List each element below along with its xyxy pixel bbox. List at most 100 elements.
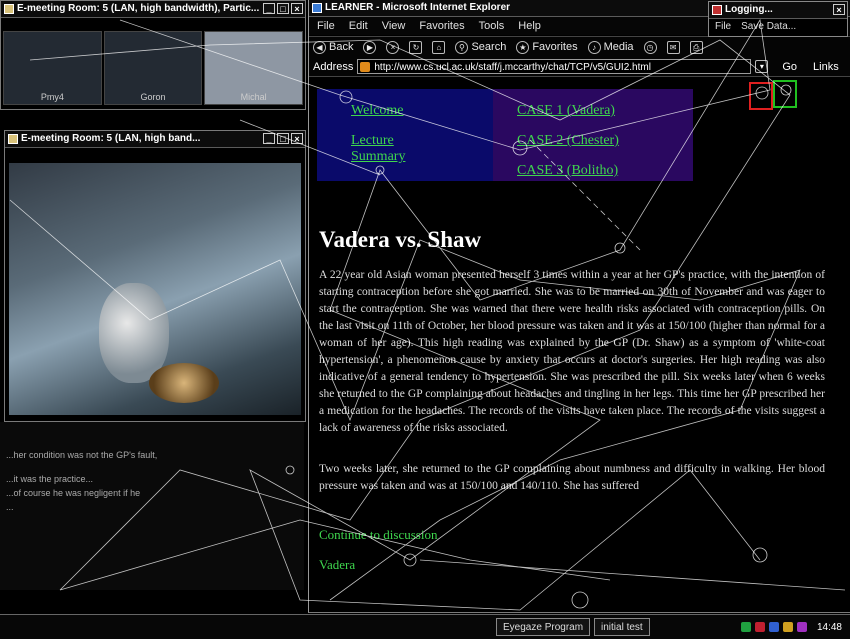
back-arrow-icon: ◀ — [313, 40, 326, 54]
menu-favorites[interactable]: Favorites — [419, 17, 464, 35]
case-title: Vadera vs. Shaw — [319, 227, 482, 252]
page-content: Welcome Lecture Summary CASE 1 (Vadera) … — [309, 77, 850, 612]
search-icon: ⚲ — [455, 40, 469, 54]
taskbar: Eyegaze Program initial test 14:48 — [0, 614, 850, 639]
meeting-titlebar[interactable]: E-meeting Room: 5 (LAN, high bandwidth),… — [1, 1, 305, 18]
clock: 14:48 — [816, 621, 842, 633]
go-button[interactable]: Go — [782, 61, 797, 73]
meeting-title: E-meeting Room: 5 (LAN, high bandwidth),… — [17, 3, 260, 14]
logging-titlebar[interactable]: Logging... × — [709, 2, 847, 19]
maximize-button[interactable]: □ — [277, 133, 289, 144]
logging-menu: File Save Data... — [715, 19, 796, 35]
history-button[interactable]: ◷ — [643, 40, 657, 54]
logging-title: Logging... — [725, 4, 773, 15]
video-shape — [149, 363, 219, 403]
ie-icon — [312, 3, 322, 13]
media-icon: ♪ — [587, 40, 601, 54]
taskbar-eyegaze[interactable]: Eyegaze Program — [496, 618, 591, 636]
browser-toolbar: ◀ Back ▶ × ↻ ⌂ ⚲ Search ★ Favorites ♪ Media … — [309, 36, 850, 58]
back-button[interactable]: ◀ Back — [313, 40, 353, 54]
tray-icon[interactable] — [754, 622, 765, 632]
participant-thumb[interactable]: Pmy4 — [3, 31, 102, 105]
case-paragraph-2: Two weeks later, she returned to the GP … — [319, 463, 825, 492]
menu-tools[interactable]: Tools — [479, 17, 505, 35]
links-button[interactable]: Links — [813, 61, 839, 73]
address-label: Address — [313, 60, 354, 73]
page-icon — [360, 62, 371, 72]
vadera-link[interactable]: Vadera — [319, 557, 355, 573]
favorites-button[interactable]: ★ Favorites — [516, 40, 578, 54]
refresh-icon: ↻ — [409, 40, 423, 54]
case1-link[interactable]: CASE 1 (Vadera) — [517, 103, 615, 119]
video-title: E-meeting Room: 5 (LAN, high band... — [21, 133, 201, 144]
minimize-button[interactable]: _ — [263, 3, 275, 14]
url-input[interactable]: http://www.cs.ucl.ac.uk/staff/j.mccarthy… — [357, 59, 752, 74]
lecture-link[interactable]: Lecture — [351, 133, 394, 149]
close-button[interactable]: × — [291, 3, 303, 14]
refresh-button[interactable]: ↻ — [409, 40, 423, 54]
participant-thumb[interactable]: Michal — [204, 31, 304, 105]
case2-link[interactable]: CASE 2 (Chester) — [517, 133, 619, 149]
participant-thumb[interactable]: Goron — [103, 31, 203, 105]
chat-line: ...her condition was not the GP's fault, — [6, 450, 158, 460]
system-tray: 14:48 — [740, 615, 850, 639]
discussion-link[interactable]: Continue to discussion — [319, 527, 437, 543]
address-bar: Address http://www.cs.ucl.ac.uk/staff/j.… — [309, 57, 850, 77]
app-icon — [8, 134, 18, 144]
url-text: http://www.cs.ucl.ac.uk/staff/j.mccarthy… — [374, 62, 651, 73]
stop-icon: × — [386, 40, 400, 54]
chat-line: ...of course he was negligent if he — [6, 488, 141, 498]
chat-line: ... — [6, 502, 14, 512]
dropdown-icon[interactable]: ▾ — [755, 60, 769, 73]
forward-arrow-icon: ▶ — [363, 40, 377, 54]
maximize-button[interactable]: □ — [277, 3, 289, 14]
video-titlebar[interactable]: E-meeting Room: 5 (LAN, high band... _ □… — [5, 131, 305, 148]
nav-right-panel: CASE 1 (Vadera) CASE 2 (Chester) CASE 3 … — [493, 89, 693, 181]
lecture-link-line2[interactable]: Summary — [351, 149, 405, 165]
print-icon: ⎙ — [689, 40, 703, 54]
logging-window: Logging... × File Save Data... — [708, 1, 848, 37]
case-navigation: Welcome Lecture Summary CASE 1 (Vadera) … — [317, 89, 693, 181]
gaze-marker-green — [773, 80, 797, 108]
gaze-marker-red — [749, 82, 773, 110]
close-button[interactable]: × — [291, 133, 303, 144]
case-paragraph: A 22 year old Asian woman presented hers… — [319, 269, 825, 434]
nav-left-panel: Welcome Lecture Summary — [317, 89, 493, 181]
home-icon: ⌂ — [432, 40, 446, 54]
stop-button[interactable]: × — [386, 40, 400, 54]
browser-title: LEARNER - Microsoft Internet Explorer — [325, 2, 511, 13]
meeting-window: E-meeting Room: 5 (LAN, high bandwidth),… — [0, 0, 306, 110]
tray-icon[interactable] — [768, 622, 779, 632]
menu-help[interactable]: Help — [518, 17, 541, 35]
logging-file-menu[interactable]: File — [715, 19, 731, 35]
video-feed — [9, 163, 301, 415]
search-button[interactable]: ⚲ Search — [455, 40, 506, 54]
welcome-link[interactable]: Welcome — [351, 103, 404, 119]
media-button[interactable]: ♪ Media — [587, 40, 634, 54]
taskbar-initial-test[interactable]: initial test — [594, 618, 650, 636]
menu-edit[interactable]: Edit — [349, 17, 368, 35]
star-icon: ★ — [516, 40, 530, 54]
case3-link[interactable]: CASE 3 (Bolitho) — [517, 163, 618, 179]
browser-window: LEARNER - Microsoft Internet Explorer Fi… — [308, 0, 850, 613]
tray-icon[interactable] — [740, 622, 751, 632]
save-data-menu[interactable]: Save Data... — [741, 19, 796, 35]
minimize-button[interactable]: _ — [263, 133, 275, 144]
menu-view[interactable]: View — [382, 17, 406, 35]
history-icon: ◷ — [643, 40, 657, 54]
tray-icon[interactable] — [782, 622, 793, 632]
logging-icon — [712, 5, 722, 15]
home-button[interactable]: ⌂ — [432, 40, 446, 54]
chat-line: ...it was the practice... — [6, 474, 94, 484]
app-icon — [4, 4, 14, 14]
print-button[interactable]: ⎙ — [689, 40, 703, 54]
close-button[interactable]: × — [833, 4, 845, 15]
chat-panel: ...her condition was not the GP's fault,… — [0, 422, 304, 590]
tray-icon[interactable] — [796, 622, 807, 632]
video-window: E-meeting Room: 5 (LAN, high band... _ □… — [4, 130, 306, 422]
mail-button[interactable]: ✉ — [666, 40, 680, 54]
forward-button[interactable]: ▶ — [363, 40, 377, 54]
participant-thumbnails: Pmy4 Goron Michal — [3, 31, 304, 105]
mail-icon: ✉ — [666, 40, 680, 54]
menu-file[interactable]: File — [317, 17, 335, 35]
